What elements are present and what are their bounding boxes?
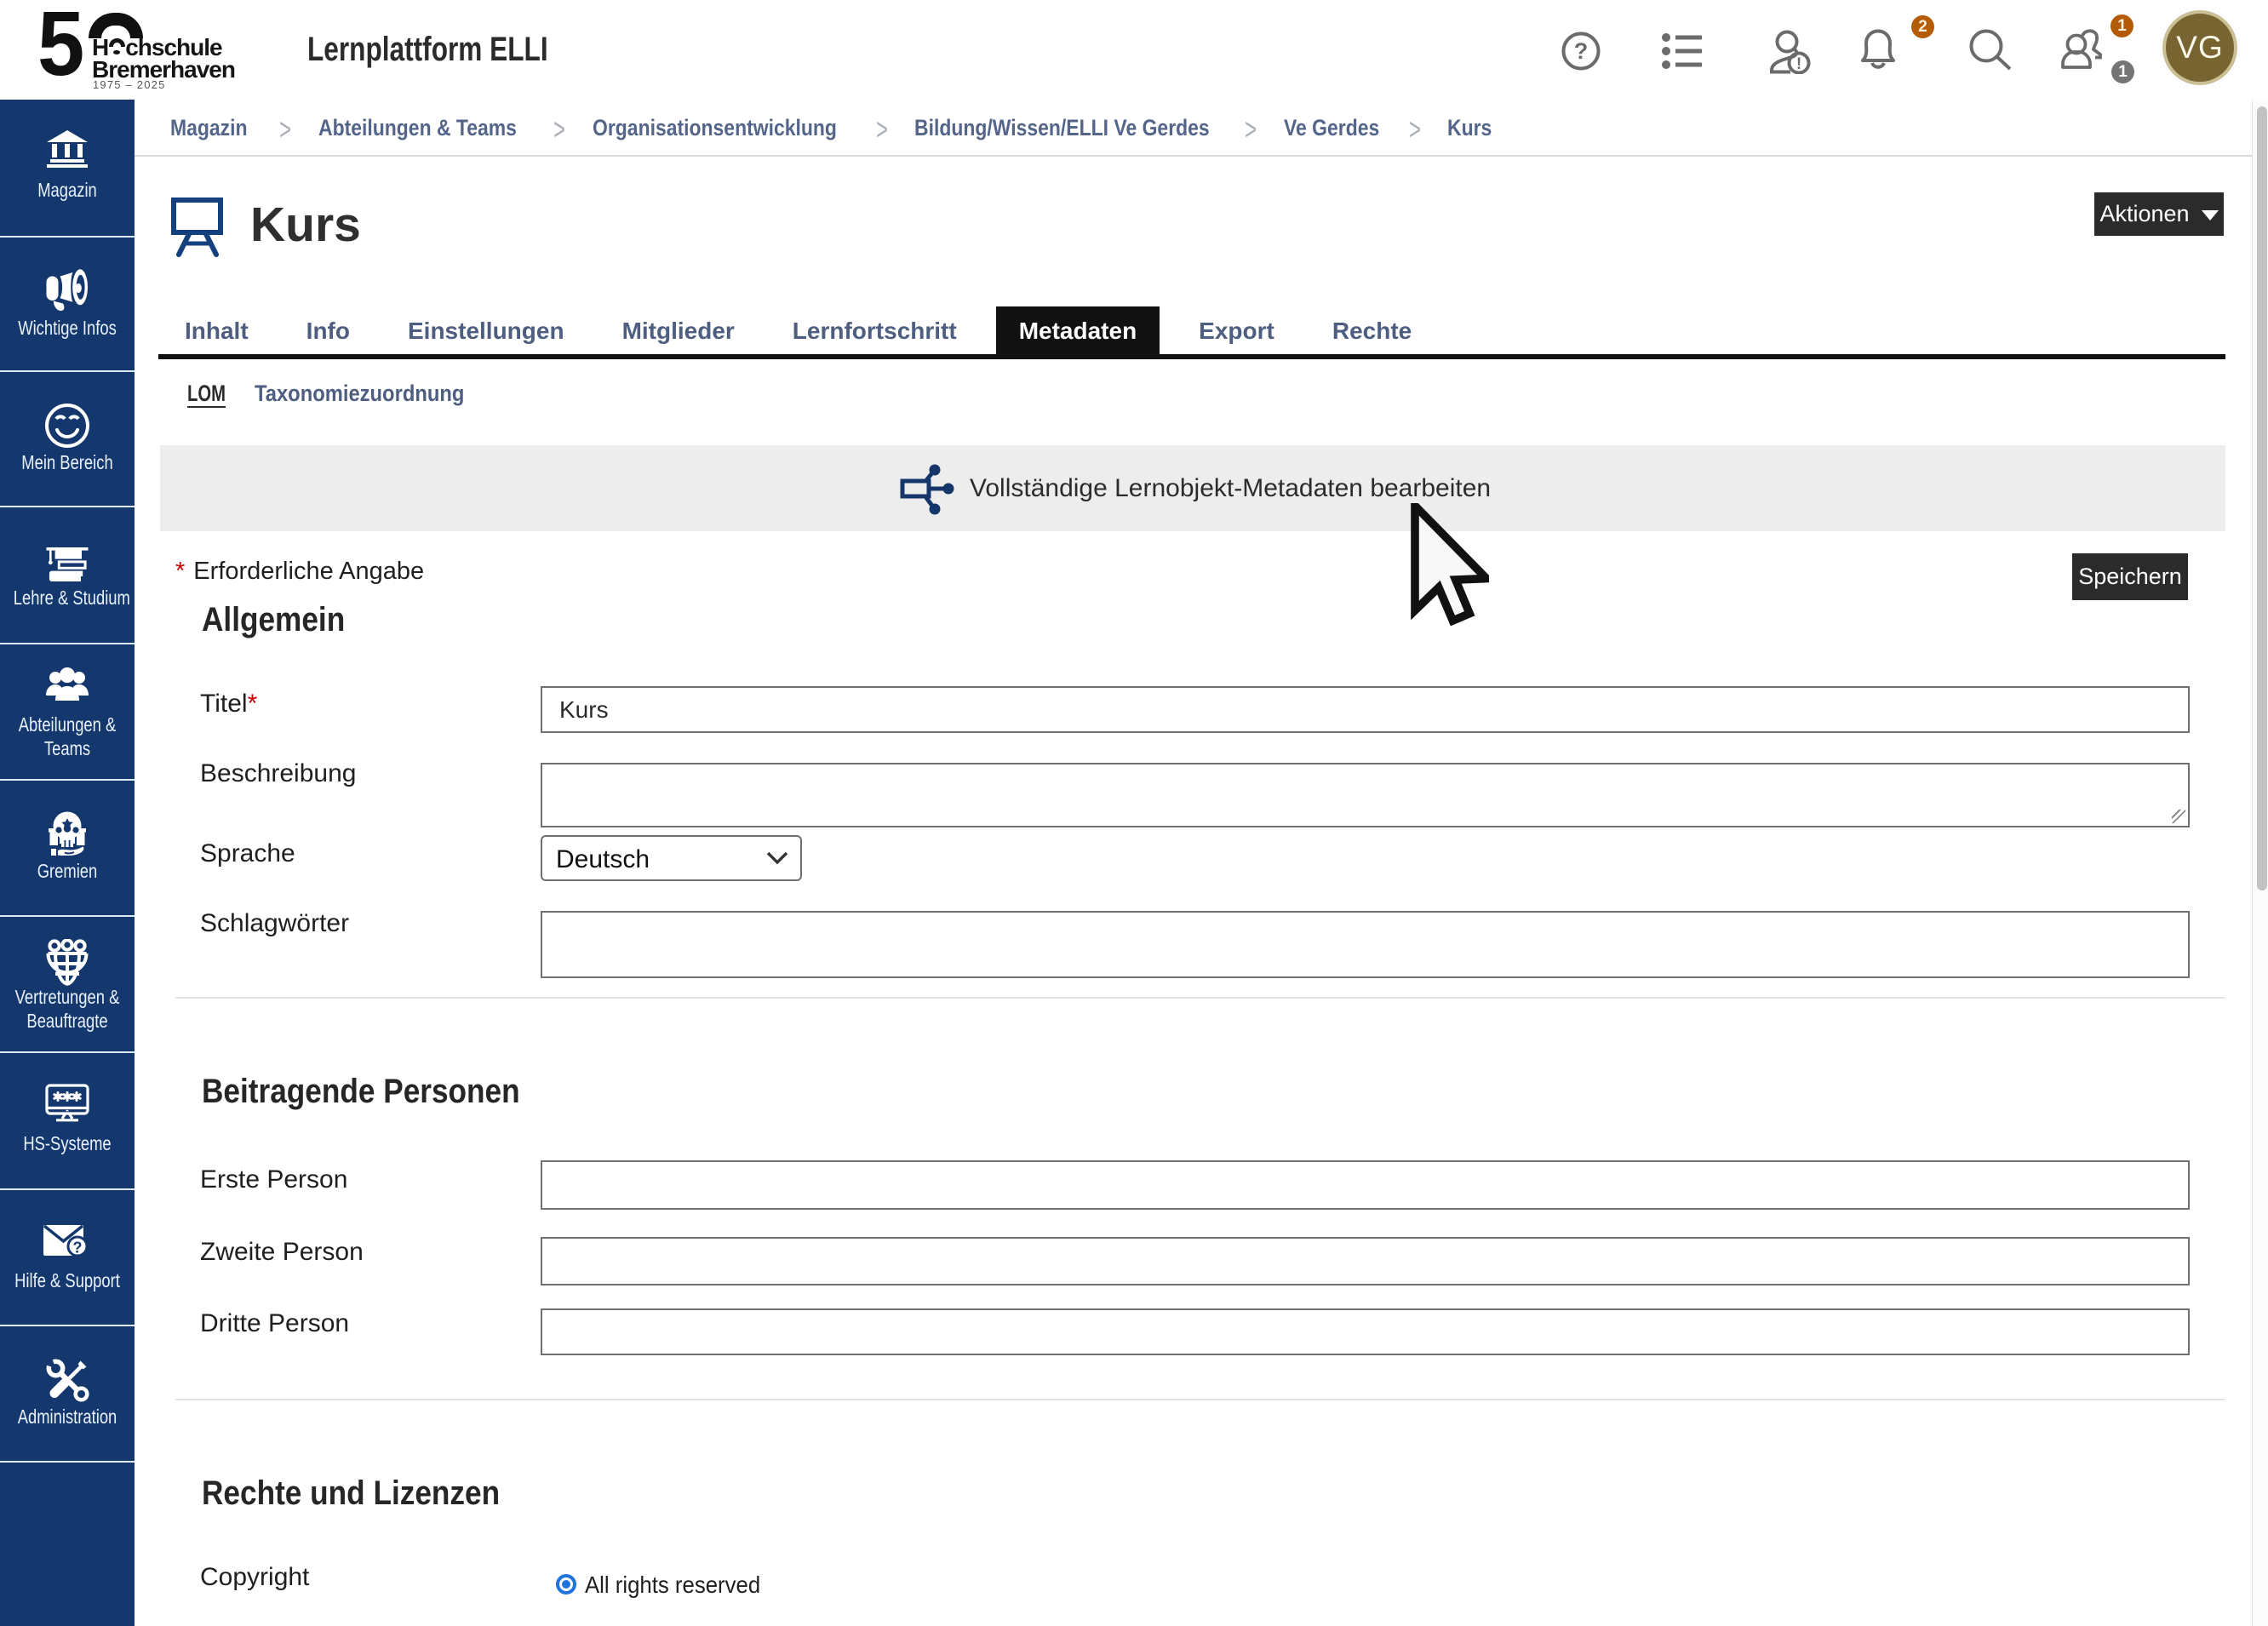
svg-text:!: ! <box>1796 55 1801 73</box>
svg-text:?: ? <box>73 1240 83 1257</box>
svg-text:?: ? <box>1574 38 1589 64</box>
